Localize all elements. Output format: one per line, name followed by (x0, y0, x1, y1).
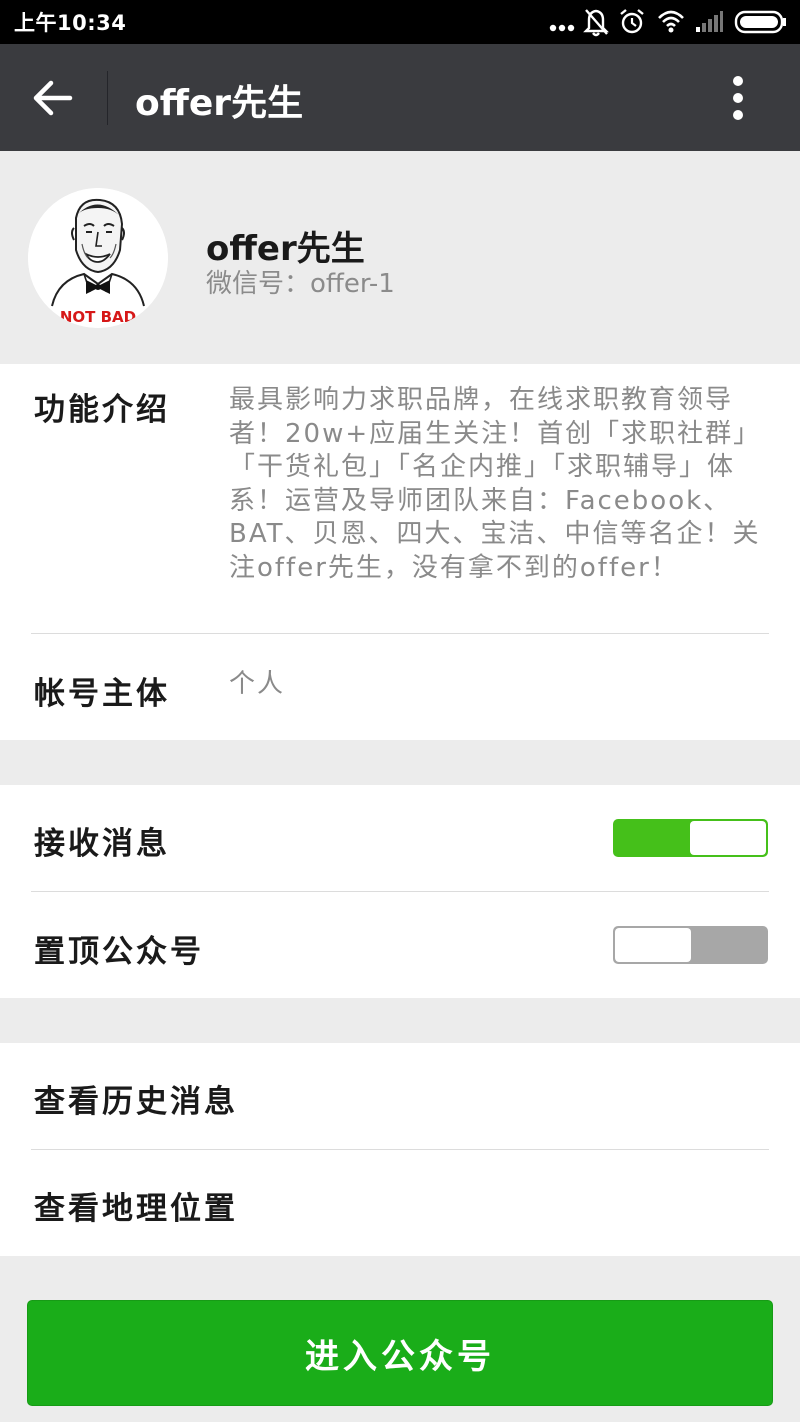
settings-group: 接收消息 置顶公众号 (0, 785, 800, 998)
bell-muted-icon (582, 0, 610, 44)
status-bar: 上午10:34 (0, 0, 800, 44)
back-arrow-icon (33, 80, 73, 116)
enter-official-account-button[interactable]: 进入公众号 (27, 1300, 773, 1406)
back-button[interactable] (20, 64, 88, 132)
owner-label: 帐号主体 (34, 676, 170, 712)
profile-header: NOT BAD offer先生 微信号：offer-1 (0, 151, 800, 364)
intro-label: 功能介绍 (34, 392, 170, 428)
receive-messages-row[interactable]: 接收消息 (0, 785, 800, 891)
wifi-icon (656, 0, 686, 44)
status-icons (548, 0, 788, 44)
receive-messages-toggle[interactable] (613, 819, 768, 857)
more-options-button[interactable] (712, 68, 764, 128)
signal-icon (694, 0, 724, 44)
view-history-label: 查看历史消息 (34, 1084, 238, 1120)
toggle-knob (690, 821, 766, 855)
links-group: 查看历史消息 查看地理位置 (0, 1043, 800, 1256)
view-history-row[interactable]: 查看历史消息 (0, 1043, 800, 1149)
status-time: 上午10:34 (14, 11, 127, 35)
title-bar: offer先生 (0, 44, 800, 151)
page-title: offer先生 (135, 83, 304, 124)
pin-account-row[interactable]: 置顶公众号 (0, 892, 800, 998)
receive-messages-label: 接收消息 (34, 826, 170, 862)
pin-account-toggle[interactable] (613, 926, 768, 964)
avatar-meme-image: NOT BAD (28, 188, 168, 328)
wechat-id: 微信号：offer-1 (206, 269, 395, 299)
alarm-icon (618, 0, 646, 44)
view-location-label: 查看地理位置 (34, 1191, 238, 1227)
view-location-row[interactable]: 查看地理位置 (0, 1150, 800, 1256)
intro-text: 最具影响力求职品牌，在线求职教育领导者！20w+应届生关注！首创「求职社群」「干… (229, 385, 762, 583)
more-dots-icon (548, 0, 576, 44)
pin-account-label: 置顶公众号 (34, 934, 204, 970)
title-divider (107, 71, 108, 125)
battery-icon (734, 0, 788, 44)
avatar[interactable]: NOT BAD (28, 188, 168, 328)
toggle-knob (615, 928, 691, 962)
avatar-caption: NOT BAD (60, 308, 136, 326)
row-divider (31, 633, 769, 634)
info-group: 功能介绍 最具影响力求职品牌，在线求职教育领导者！20w+应届生关注！首创「求职… (0, 364, 800, 740)
owner-value: 个人 (229, 669, 286, 699)
